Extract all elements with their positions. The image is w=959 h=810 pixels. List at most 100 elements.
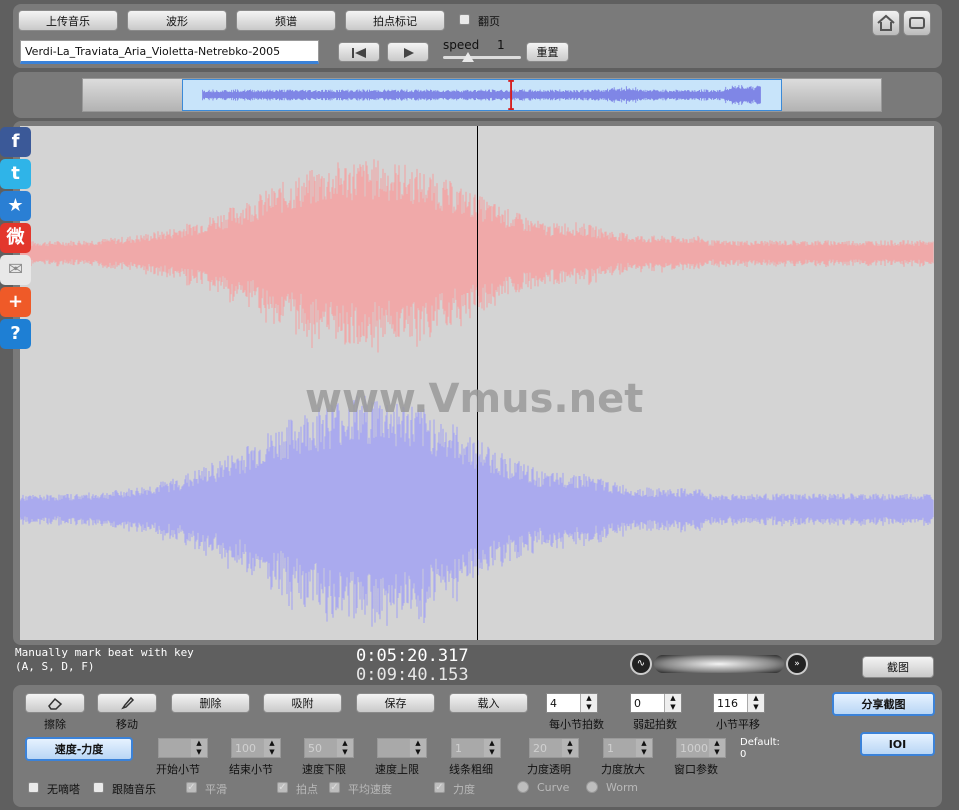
add-icon[interactable]: +: [0, 287, 31, 317]
mode-radio-label: Curve: [537, 781, 570, 794]
param-stepper-2[interactable]: 100 ▲ ▼: [231, 738, 281, 758]
param-label: 力度放大: [601, 763, 645, 776]
hint-line-1: Manually mark beat with key: [15, 646, 194, 659]
email-icon[interactable]: ✉: [0, 255, 31, 285]
screenshot-button[interactable]: 截图: [862, 656, 934, 678]
overview-waveform[interactable]: [182, 79, 782, 111]
param-label: 结束小节: [229, 763, 273, 776]
move-label: 移动: [116, 718, 138, 731]
tempo-dynamics-button[interactable]: 速度-力度: [25, 737, 133, 761]
current-time: 0:05:20.317: [356, 646, 469, 666]
bar-offset-value: 116: [717, 697, 738, 710]
option-label: 无嘀嗒: [47, 783, 80, 796]
waveform-trace: [20, 159, 934, 353]
param-value: 20: [533, 742, 547, 755]
mode-radio-label: Worm: [606, 781, 639, 794]
weibo-icon[interactable]: 微: [0, 223, 31, 253]
hint-text: Manually mark beat with key (A, S, D, F): [15, 646, 194, 674]
brush-icon: [121, 696, 135, 710]
hint-line-2: (A, S, D, F): [15, 660, 95, 673]
ioi-button[interactable]: IOI: [860, 732, 935, 756]
speed-slider-thumb[interactable]: [462, 52, 474, 62]
zoom-control[interactable]: ∿ »: [630, 653, 808, 675]
option-checkbox[interactable]: ✓: [277, 782, 288, 793]
page-flip-label: 翻页: [478, 15, 500, 28]
beat-mark-button[interactable]: 拍点标记: [345, 10, 445, 31]
pickup-beats-value: 0: [634, 697, 641, 710]
param-stepper-6[interactable]: 20 ▲ ▼: [529, 738, 579, 758]
option-checkbox[interactable]: [93, 782, 104, 793]
param-stepper-5[interactable]: 1 ▲ ▼: [451, 738, 501, 758]
filename-field[interactable]: Verdi-La_Traviata_Aria_Violetta-Netrebko…: [20, 40, 319, 64]
speed-slider[interactable]: [443, 56, 521, 59]
param-stepper-3[interactable]: 50 ▲ ▼: [304, 738, 354, 758]
bar-offset-stepper[interactable]: 116 ▲ ▼: [713, 693, 765, 713]
option-checkbox[interactable]: ✓: [434, 782, 445, 793]
twitter-icon[interactable]: t: [0, 159, 31, 189]
zoom-slider[interactable]: [654, 655, 784, 673]
load-button[interactable]: 载入: [449, 693, 528, 713]
overview-trace: [202, 85, 761, 105]
total-time: 0:09:40.153: [356, 665, 469, 685]
waveform-button[interactable]: 波形: [127, 10, 227, 31]
fast-forward-zoom-icon[interactable]: »: [786, 653, 808, 675]
option-checkbox[interactable]: [28, 782, 39, 793]
param-value: 50: [308, 742, 322, 755]
param-value: 1000: [680, 742, 708, 755]
param-value: 1: [455, 742, 462, 755]
play-icon: [404, 48, 414, 58]
default-value: 0: [740, 749, 747, 760]
param-label: 速度下限: [302, 763, 346, 776]
home-icon[interactable]: [872, 10, 900, 36]
option-label: 平滑: [205, 783, 227, 796]
default-label: Default:: [740, 737, 780, 748]
param-stepper-8[interactable]: 1000 ▲ ▼: [676, 738, 726, 758]
help-icon[interactable]: ?: [0, 319, 31, 349]
option-label: 平均速度: [348, 783, 392, 796]
param-stepper-4[interactable]: ▲ ▼: [377, 738, 427, 758]
share-screenshot-button[interactable]: 分享截图: [832, 692, 935, 716]
waveform-trace: [20, 395, 934, 627]
fullscreen-icon[interactable]: [903, 10, 931, 36]
speed-label: speed: [443, 38, 480, 52]
beats-per-bar-stepper[interactable]: 4 ▲ ▼: [546, 693, 598, 713]
param-label: 速度上限: [375, 763, 419, 776]
option-checkbox[interactable]: ✓: [186, 782, 197, 793]
param-label: 力度透明: [527, 763, 571, 776]
waveform-channel-2: [20, 395, 934, 627]
mode-radio[interactable]: [517, 781, 529, 793]
save-button[interactable]: 保存: [356, 693, 435, 713]
speed-value: 1: [497, 38, 505, 52]
reset-button[interactable]: 重置: [526, 42, 569, 62]
move-tool-button[interactable]: [97, 693, 157, 713]
snap-button[interactable]: 吸附: [263, 693, 342, 713]
erase-label: 擦除: [44, 718, 66, 731]
upload-music-button[interactable]: 上传音乐: [18, 10, 118, 31]
erase-tool-button[interactable]: [25, 693, 85, 713]
param-value: 100: [235, 742, 256, 755]
play-button[interactable]: [387, 42, 429, 62]
param-label: 开始小节: [156, 763, 200, 776]
option-checkbox[interactable]: ✓: [329, 782, 340, 793]
param-label: 窗口参数: [674, 763, 718, 776]
param-stepper-7[interactable]: 1 ▲ ▼: [603, 738, 653, 758]
skip-back-icon: [352, 48, 366, 58]
beats-per-bar-label: 每小节拍数: [549, 718, 604, 731]
pickup-beats-label: 弱起拍数: [633, 718, 677, 731]
filename-text: Verdi-La_Traviata_Aria_Violetta-Netrebko…: [25, 45, 281, 58]
waveform-zoom-icon[interactable]: ∿: [630, 653, 652, 675]
page-flip-checkbox[interactable]: [459, 14, 470, 25]
spectrum-button[interactable]: 频谱: [236, 10, 336, 31]
beats-per-bar-value: 4: [550, 697, 557, 710]
waveform-channel-1: [20, 159, 934, 353]
option-label: 拍点: [296, 783, 318, 796]
mode-radio[interactable]: [586, 781, 598, 793]
pickup-beats-stepper[interactable]: 0 ▲ ▼: [630, 693, 682, 713]
previous-button[interactable]: [338, 42, 380, 62]
favorite-icon[interactable]: ★: [0, 191, 31, 221]
option-label: 跟随音乐: [112, 783, 156, 796]
param-value: 1: [607, 742, 614, 755]
delete-button[interactable]: 删除: [171, 693, 250, 713]
facebook-icon[interactable]: f: [0, 127, 31, 157]
param-stepper-1[interactable]: ▲ ▼: [158, 738, 208, 758]
